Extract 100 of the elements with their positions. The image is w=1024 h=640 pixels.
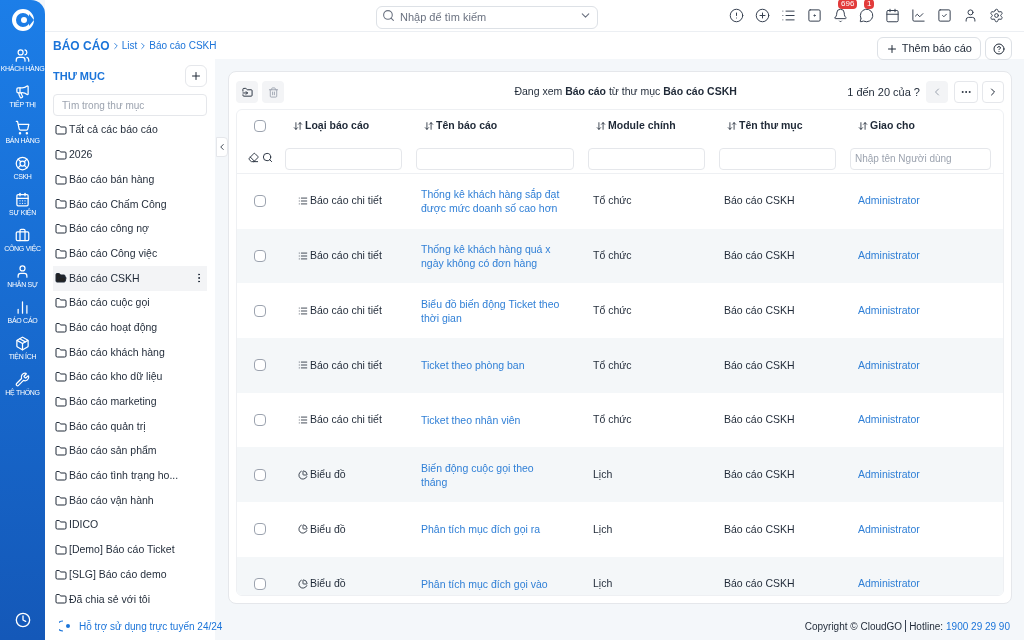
assignee-link[interactable]: Administrator <box>848 357 1003 374</box>
folder-search-field[interactable]: Tìm trong thư mục <box>53 94 207 116</box>
support-link[interactable]: Hỗ trợ sử dụng trực tuyến 24/24 <box>79 618 223 634</box>
folder-item[interactable]: Báo cáo vận hành <box>53 488 207 513</box>
assignee-link[interactable]: Administrator <box>848 466 1003 483</box>
list-icon <box>298 305 308 316</box>
next-button[interactable] <box>982 81 1004 103</box>
filter-field[interactable] <box>588 147 705 170</box>
add-report-button[interactable]: Thêm báo cáo <box>876 37 981 60</box>
previous-button[interactable] <box>926 81 948 103</box>
assignee-link[interactable]: Administrator <box>848 521 1003 538</box>
chevron-left-icon <box>217 142 227 152</box>
user-icon[interactable] <box>963 8 978 23</box>
filter-field[interactable] <box>719 147 836 170</box>
folder-item[interactable]: Báo cáo tình trạng ho... <box>53 463 207 489</box>
report-link[interactable]: Biến động cuộc gọi theo tháng <box>414 460 586 489</box>
assignee-link[interactable]: Administrator <box>848 576 1003 593</box>
breadcrumb-link[interactable]: Báo cáo CSKH <box>149 38 217 53</box>
row-checkbox[interactable] <box>254 304 266 317</box>
folder-text: Báo cáo CSKH <box>723 357 796 373</box>
hotline-link[interactable]: 1900 29 29 90 <box>946 618 1010 634</box>
eraser-icon[interactable] <box>247 152 259 163</box>
delete-button[interactable] <box>262 81 284 103</box>
folder-item[interactable]: Báo cáo cuộc gọi <box>53 290 207 316</box>
search-field[interactable]: Nhập để tìm kiếm <box>376 5 598 29</box>
bell-icon[interactable] <box>833 8 848 23</box>
folder-item[interactable]: 2026 <box>53 142 207 168</box>
folder-icon <box>55 445 67 458</box>
module-text: Tổ chức <box>592 357 633 373</box>
folder-item[interactable]: Báo cáo công nợ <box>53 216 207 242</box>
column-header[interactable]: Tên thư mục <box>717 118 848 134</box>
folder-item[interactable]: Báo cáo Chấm Công <box>53 192 207 217</box>
assignee-link[interactable]: Administrator <box>848 193 1003 210</box>
search-icon[interactable] <box>261 152 273 163</box>
column-header[interactable]: Loại báo cáo <box>283 118 414 134</box>
breadcrumb-link[interactable]: List <box>121 38 138 53</box>
report-link[interactable]: Ticket theo nhân viên <box>414 413 586 428</box>
folder-item[interactable]: [Demo] Báo cáo Ticket <box>53 537 207 563</box>
assignee-link[interactable]: Administrator <box>848 412 1003 428</box>
report-link[interactable]: Thống kê khách hàng quá x ngày không có đơn hàng <box>414 242 586 271</box>
report-link[interactable]: Biểu đồ biến động Ticket theo thời gian <box>414 296 586 325</box>
folder-item[interactable]: Báo cáo sản phẩm <box>53 438 207 464</box>
report-link[interactable]: Phân tích mục đích gọi vào <box>414 577 586 592</box>
folder-item[interactable]: Báo cáo bán hàng <box>53 167 207 193</box>
report-link[interactable]: Ticket theo phòng ban <box>414 358 586 373</box>
move-folder-button[interactable] <box>236 81 258 103</box>
folder-item[interactable]: IDICO <box>53 513 207 538</box>
column-header[interactable]: Tên báo cáo <box>414 118 586 134</box>
row-checkbox[interactable] <box>254 578 266 591</box>
folder-icon <box>55 297 67 310</box>
filter-field[interactable]: Nhập tên Người dùng <box>850 147 991 170</box>
clock-icon[interactable] <box>14 612 31 628</box>
module-text: Tổ chức <box>592 302 633 318</box>
list-icon[interactable] <box>781 8 796 23</box>
sort-icon <box>727 121 737 131</box>
type-text: Biểu đồ <box>310 576 346 592</box>
folder-item[interactable]: [SLG] Báo cáo demo <box>53 562 207 588</box>
help-icon <box>992 42 1005 55</box>
count-badge: 696 <box>838 0 858 9</box>
chat-icon[interactable] <box>859 8 874 23</box>
module-text: Tổ chức <box>592 248 633 264</box>
folder-item[interactable]: Báo cáo marketing <box>53 389 207 415</box>
row-checkbox[interactable] <box>254 414 266 427</box>
folder-item[interactable]: Báo cáo Công việc <box>53 241 207 267</box>
breadcrumb-link[interactable]: BÁO CÁO <box>53 36 110 55</box>
report-link[interactable]: Thống kê khách hàng sắp đạt được mức doanh số cao hơn <box>414 187 586 216</box>
folder-icon <box>55 371 67 384</box>
help-button[interactable] <box>985 37 1012 60</box>
calendar-icon[interactable] <box>885 8 900 23</box>
folder-item[interactable]: Báo cáo khách hàng <box>53 340 207 365</box>
collapse-button[interactable] <box>216 137 228 157</box>
folder-item[interactable]: Báo cáo hoạt động <box>53 315 207 341</box>
folder-item[interactable]: Đã chia sẻ với tôi <box>53 587 207 612</box>
add-icon[interactable] <box>755 8 770 23</box>
report-link[interactable]: Phân tích mục đích gọi ra <box>414 522 586 537</box>
row-checkbox[interactable] <box>254 523 266 536</box>
folder-item[interactable]: Báo cáo kho dữ liệu <box>53 364 207 390</box>
assignee-link[interactable]: Administrator <box>848 248 1003 264</box>
row-checkbox[interactable] <box>254 359 266 372</box>
row-checkbox[interactable] <box>254 195 266 208</box>
checkbox-icon[interactable] <box>937 8 952 23</box>
filter-field[interactable] <box>416 147 574 170</box>
alert-icon[interactable] <box>729 8 744 23</box>
row-checkbox[interactable] <box>254 250 266 263</box>
more-button[interactable] <box>954 81 978 103</box>
folder-item[interactable]: Báo cáo quản trị <box>53 414 207 439</box>
module-text: Tổ chức <box>592 193 633 209</box>
folder-item[interactable]: Tất cả các báo cáo <box>53 118 207 143</box>
assignee-link[interactable]: Administrator <box>848 302 1003 319</box>
folder-text: Báo cáo CSKH <box>723 302 796 318</box>
folder-item[interactable]: Báo cáo CSKH <box>53 266 207 291</box>
row-checkbox[interactable] <box>254 468 266 481</box>
column-header[interactable]: Module chính <box>586 118 717 134</box>
select-all-checkbox[interactable] <box>254 120 266 132</box>
settings-icon[interactable] <box>989 8 1004 23</box>
filter-field[interactable] <box>285 147 402 170</box>
add-folder-button[interactable] <box>185 65 207 87</box>
folder-icon <box>55 593 67 606</box>
column-header[interactable]: Giao cho <box>848 118 1003 134</box>
line-chart-icon[interactable] <box>911 8 926 23</box>
